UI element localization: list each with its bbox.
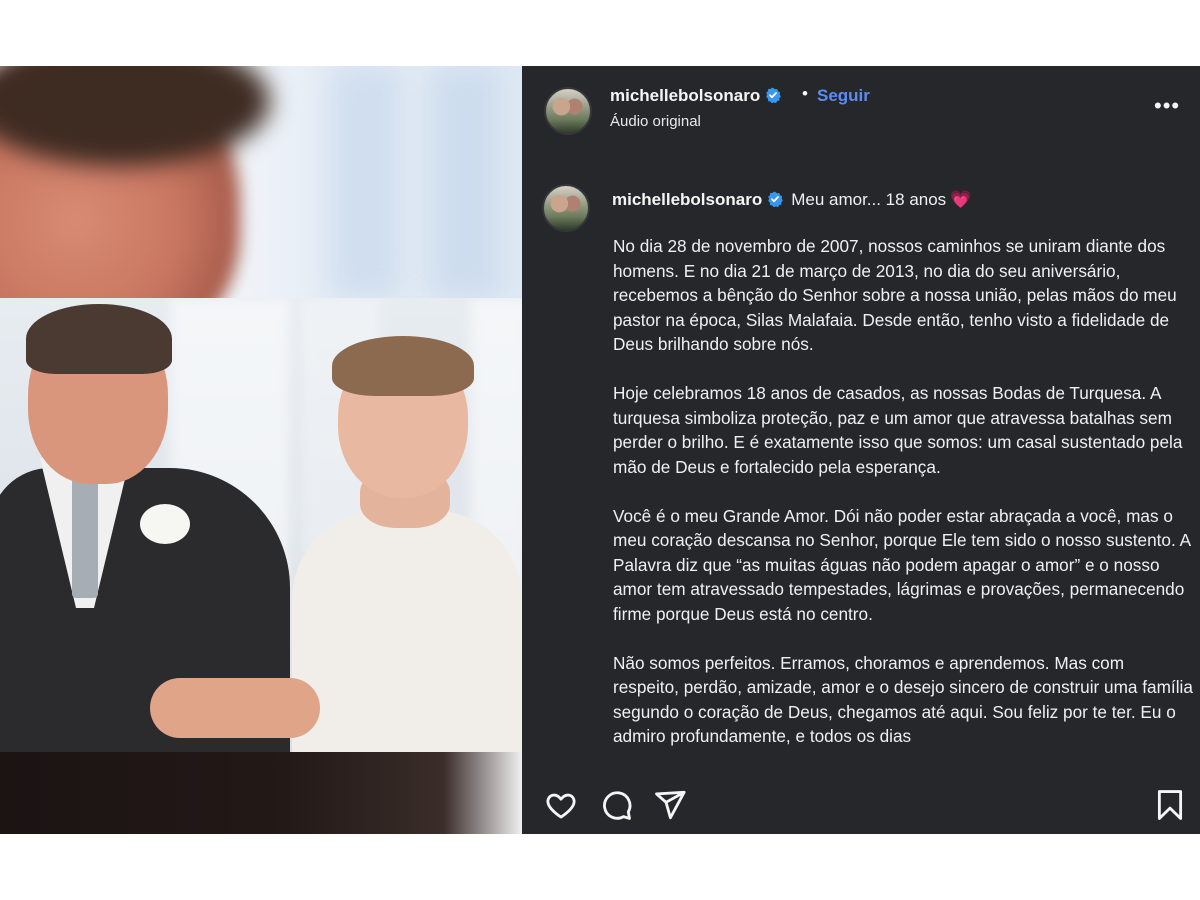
save-button[interactable]: [1153, 788, 1187, 822]
caption-paragraph: Não somos perfeitos. Erramos, choramos e…: [613, 652, 1193, 747]
like-button[interactable]: [544, 788, 578, 822]
bride-dress: [292, 510, 522, 752]
boutonniere: [140, 504, 190, 544]
caption-username[interactable]: michellebolsonaro: [612, 190, 784, 209]
caption-paragraph: Hoje celebramos 18 anos de casados, as n…: [613, 383, 1183, 477]
verified-badge-icon: [768, 191, 784, 207]
author-username[interactable]: michellebolsonaro: [610, 86, 782, 106]
caption-title: Meu amor... 18 anos: [791, 190, 947, 209]
caption: michellebolsonaro Meu amor... 18 anos 💗 No…: [522, 176, 1200, 766]
avatar[interactable]: [544, 87, 592, 135]
original-audio-link[interactable]: Áudio original: [610, 113, 701, 130]
zoomed-photo-bottom: [0, 752, 522, 834]
groom-hair: [26, 304, 172, 374]
caption-header: michellebolsonaro Meu amor... 18 anos 💗: [612, 190, 971, 210]
comment-icon: [603, 791, 632, 820]
comment-button[interactable]: [599, 788, 633, 822]
zoomed-photo-top: [0, 66, 522, 356]
caption-avatar[interactable]: [542, 184, 590, 232]
share-icon: [655, 790, 686, 820]
curtain-streak: [330, 66, 400, 298]
caption-body: No dia 28 de novembro de 2007, nossos ca…: [613, 234, 1193, 766]
groom-tie: [72, 478, 98, 598]
action-bar: [522, 766, 1200, 834]
more-options-icon[interactable]: •••: [1154, 95, 1180, 117]
arm: [150, 678, 320, 738]
curtain-streak: [430, 66, 500, 298]
caption-paragraph: No dia 28 de novembro de 2007, nossos ca…: [613, 236, 1177, 354]
heart-icon: [546, 793, 576, 819]
follow-button[interactable]: Seguir: [817, 86, 870, 106]
verified-badge-icon: [766, 87, 782, 103]
separator-dot: •: [802, 84, 808, 103]
author-username-text[interactable]: michellebolsonaro: [610, 86, 760, 105]
pink-heart-icon: 💗: [950, 190, 972, 209]
bride-hair: [332, 336, 474, 396]
post-header: michellebolsonaro • Seguir Áudio origina…: [522, 66, 1200, 148]
share-button[interactable]: [653, 788, 687, 822]
wedding-photo: [0, 298, 522, 752]
bookmark-icon: [1157, 790, 1183, 820]
post-media[interactable]: [0, 66, 522, 834]
caption-username-text[interactable]: michellebolsonaro: [612, 190, 762, 209]
caption-paragraph: Você é o meu Grande Amor. Dói não poder …: [613, 505, 1191, 624]
post-side-panel: michellebolsonaro • Seguir Áudio origina…: [522, 66, 1200, 834]
